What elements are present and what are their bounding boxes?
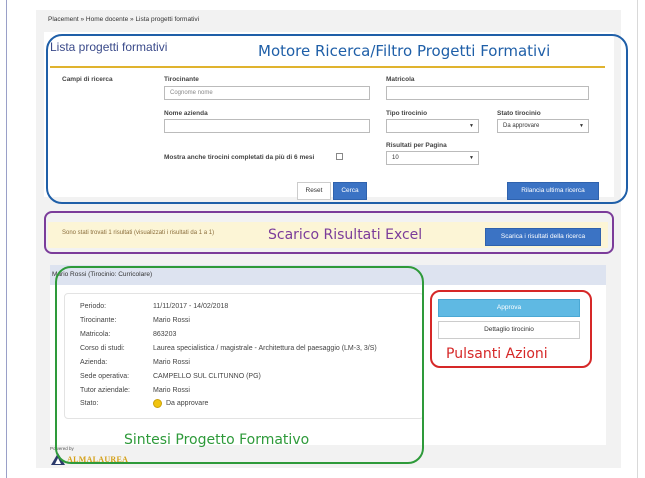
- annotation-motore-label: Motore Ricerca/Filtro Progetti Formativi: [258, 42, 551, 60]
- breadcrumb[interactable]: Placement » Home docente » Lista progett…: [48, 16, 199, 23]
- annotation-pulsanti-label: Pulsanti Azioni: [446, 346, 548, 362]
- left-border: [6, 0, 7, 478]
- annotation-sintesi-label: Sintesi Progetto Formativo: [124, 432, 310, 448]
- annotation-scarico-label: Scarico Risultati Excel: [268, 227, 423, 243]
- right-border: [637, 0, 638, 478]
